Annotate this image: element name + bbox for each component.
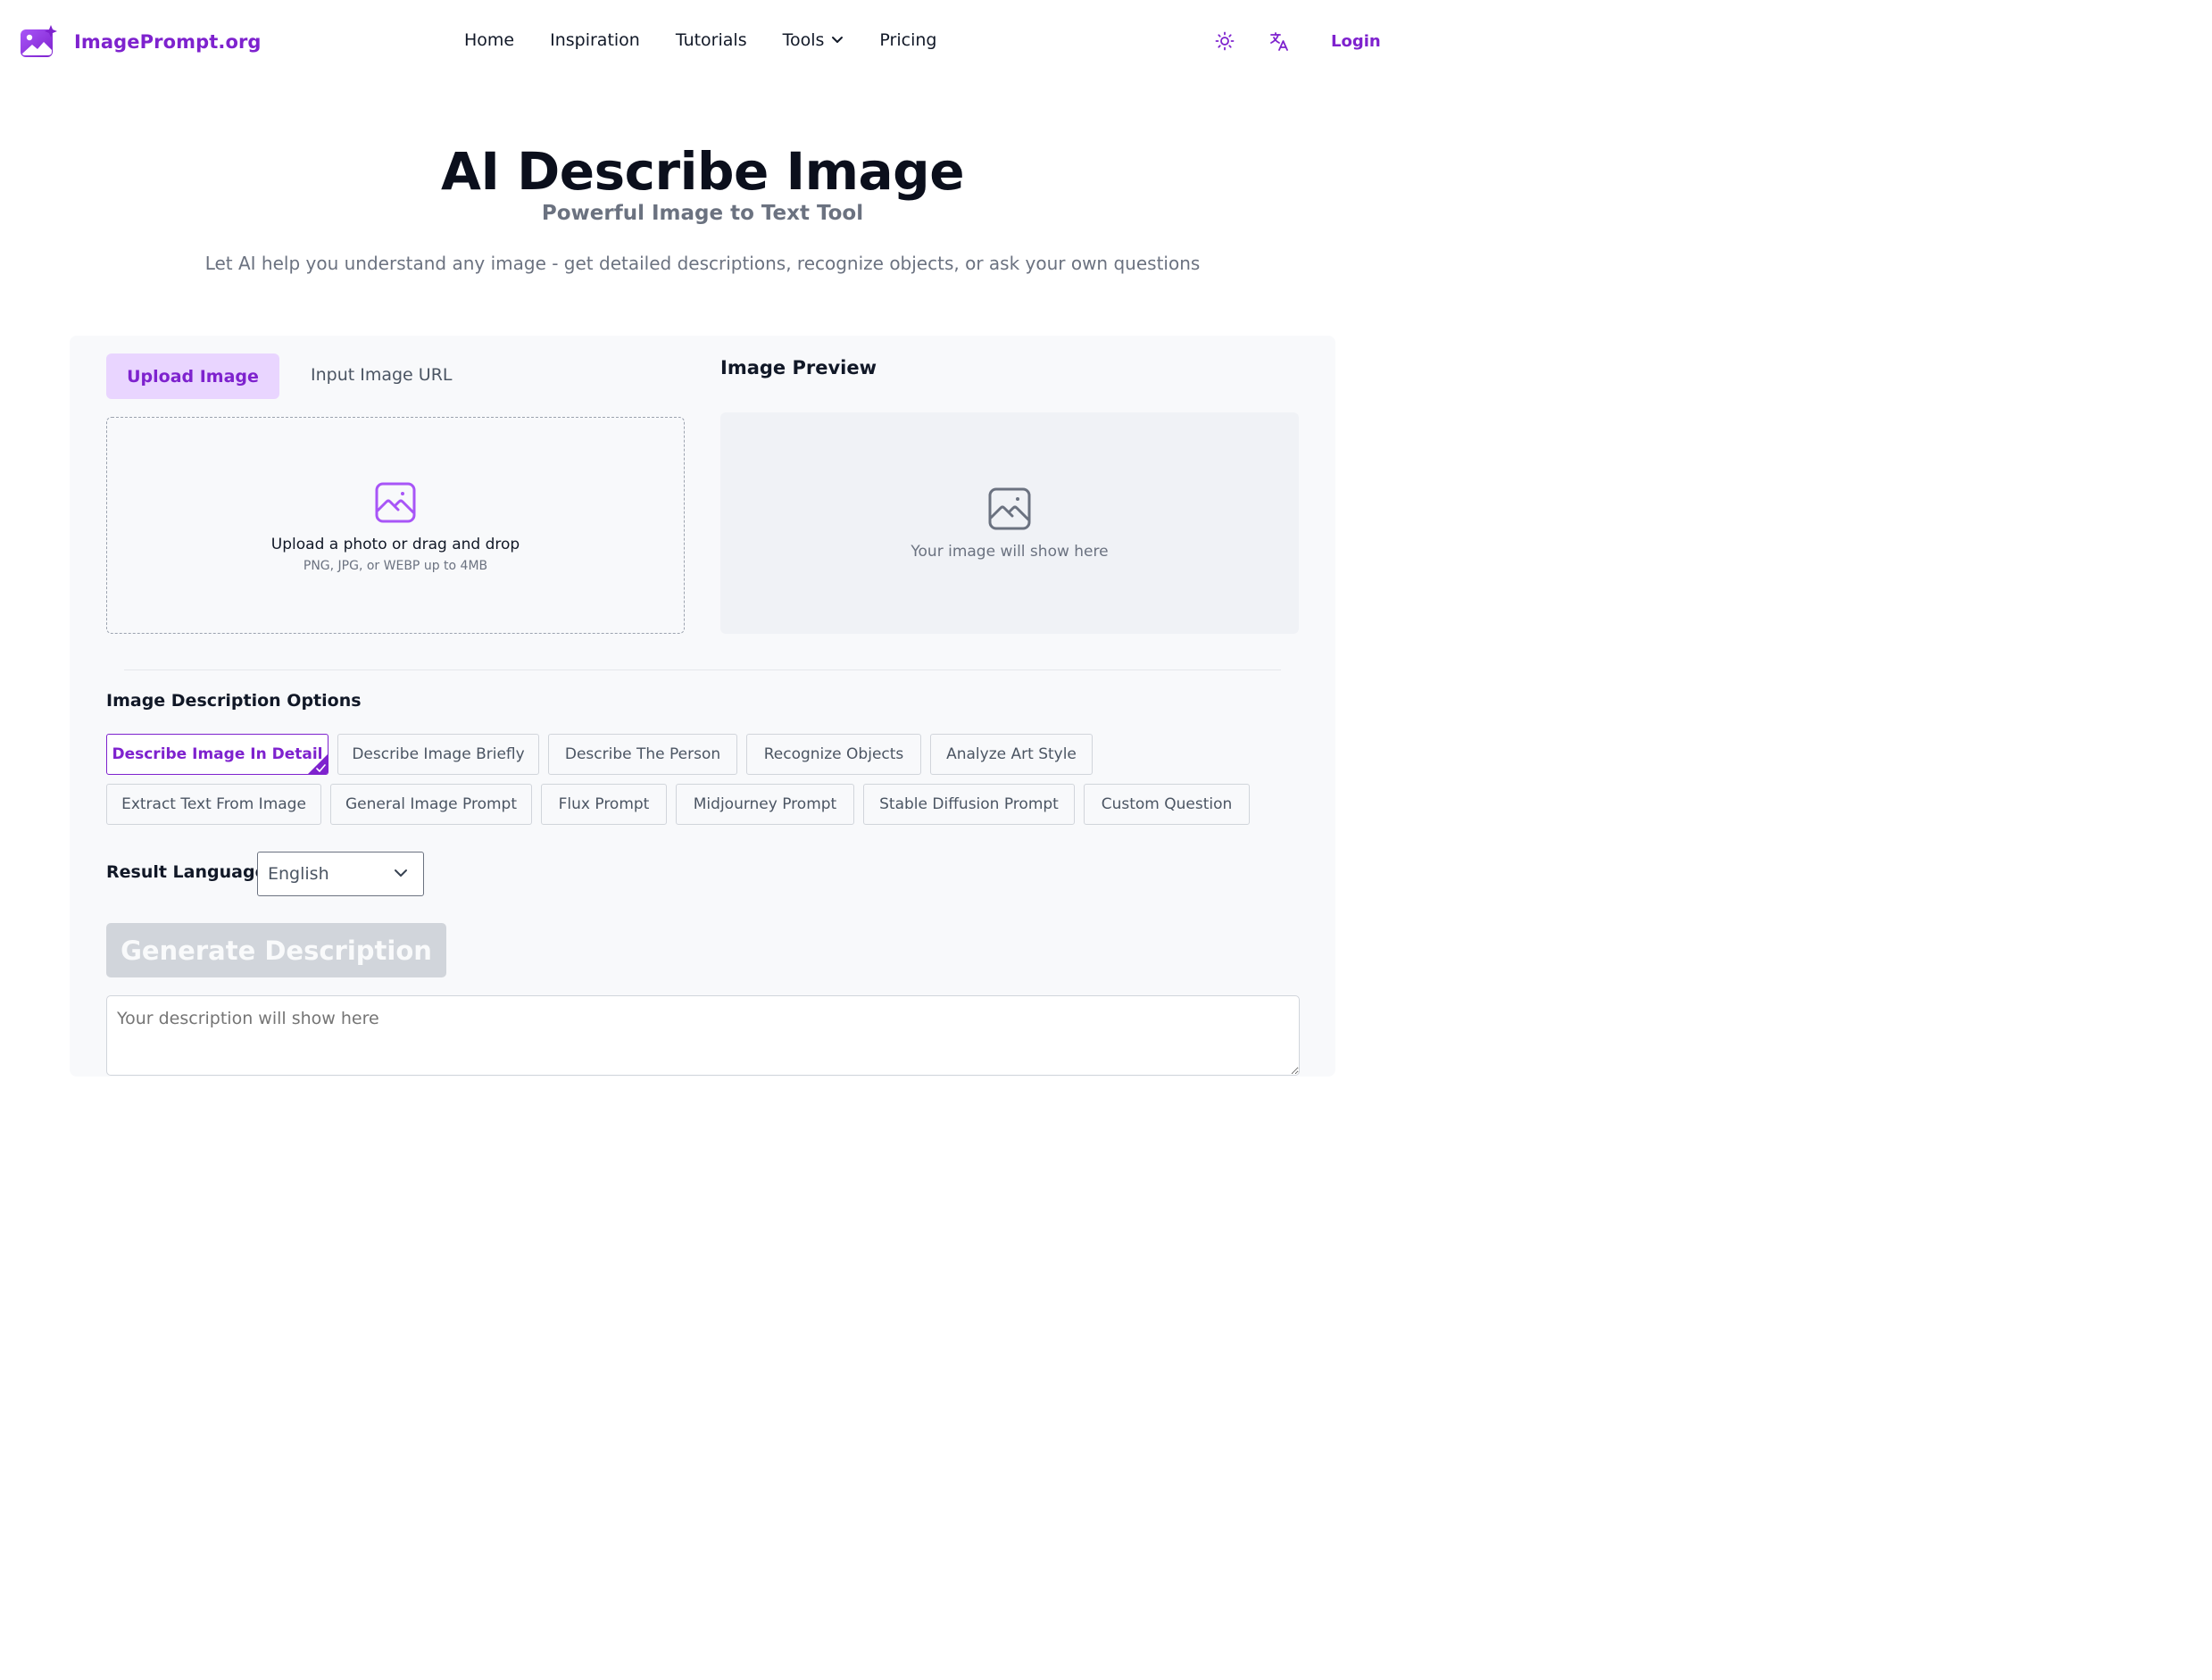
check-icon [308, 754, 328, 774]
login-link[interactable]: Login [1331, 32, 1381, 51]
option-describe-person[interactable]: Describe The Person [548, 734, 737, 775]
brand-name: ImagePrompt.org [74, 31, 262, 53]
preview-title: Image Preview [720, 357, 877, 378]
site-header: ImagePrompt.org Home Inspiration Tutoria… [0, 0, 1400, 84]
page-title: AI Describe Image [440, 141, 965, 202]
nav-inspiration[interactable]: Inspiration [550, 30, 640, 50]
option-midjourney-prompt[interactable]: Midjourney Prompt [676, 784, 854, 825]
option-extract-text[interactable]: Extract Text From Image [106, 784, 321, 825]
preview-placeholder: Your image will show here [911, 543, 1109, 561]
main-nav: Home Inspiration Tutorials Tools Pricing [464, 30, 936, 50]
image-placeholder-icon [988, 487, 1031, 530]
sun-icon[interactable] [1215, 31, 1235, 51]
generate-description-button[interactable]: Generate Description [106, 923, 446, 977]
description-result-field[interactable] [106, 995, 1300, 1076]
translate-icon[interactable] [1269, 31, 1289, 51]
option-label: Describe Image In Detail [112, 745, 323, 763]
logo-icon [21, 25, 57, 57]
options-title: Image Description Options [106, 691, 362, 711]
brand[interactable]: ImagePrompt.org [20, 25, 262, 59]
option-general-prompt[interactable]: General Image Prompt [330, 784, 532, 825]
page-subtitle: Powerful Image to Text Tool [541, 202, 864, 225]
nav-pricing[interactable]: Pricing [879, 30, 936, 50]
chevron-down-icon [832, 37, 844, 43]
nav-tools-label: Tools [782, 30, 825, 50]
nav-home[interactable]: Home [464, 30, 514, 50]
chevron-down-icon [395, 869, 407, 877]
result-language-value: English [268, 864, 329, 884]
option-describe-briefly[interactable]: Describe Image Briefly [337, 734, 539, 775]
nav-tools[interactable]: Tools [783, 30, 844, 50]
tab-upload-image[interactable]: Upload Image [106, 353, 279, 399]
option-flux-prompt[interactable]: Flux Prompt [541, 784, 667, 825]
option-stable-diffusion-prompt[interactable]: Stable Diffusion Prompt [863, 784, 1075, 825]
dropzone-hint: PNG, JPG, or WEBP up to 4MB [303, 559, 488, 573]
option-custom-question[interactable]: Custom Question [1084, 784, 1250, 825]
option-describe-in-detail[interactable]: Describe Image In Detail [106, 734, 328, 775]
image-upload-icon [375, 482, 416, 523]
tab-input-image-url[interactable]: Input Image URL [311, 365, 452, 385]
result-language-label: Result Language [106, 862, 267, 882]
upload-dropzone[interactable]: Upload a photo or drag and drop PNG, JPG… [106, 417, 685, 634]
result-language-select[interactable]: English [257, 852, 424, 896]
option-analyze-art-style[interactable]: Analyze Art Style [930, 734, 1093, 775]
image-preview-box: Your image will show here [720, 412, 1299, 634]
option-recognize-objects[interactable]: Recognize Objects [746, 734, 921, 775]
page-description: Let AI help you understand any image - g… [204, 253, 1201, 274]
nav-tutorials[interactable]: Tutorials [676, 30, 747, 50]
dropzone-text: Upload a photo or drag and drop [270, 536, 520, 553]
